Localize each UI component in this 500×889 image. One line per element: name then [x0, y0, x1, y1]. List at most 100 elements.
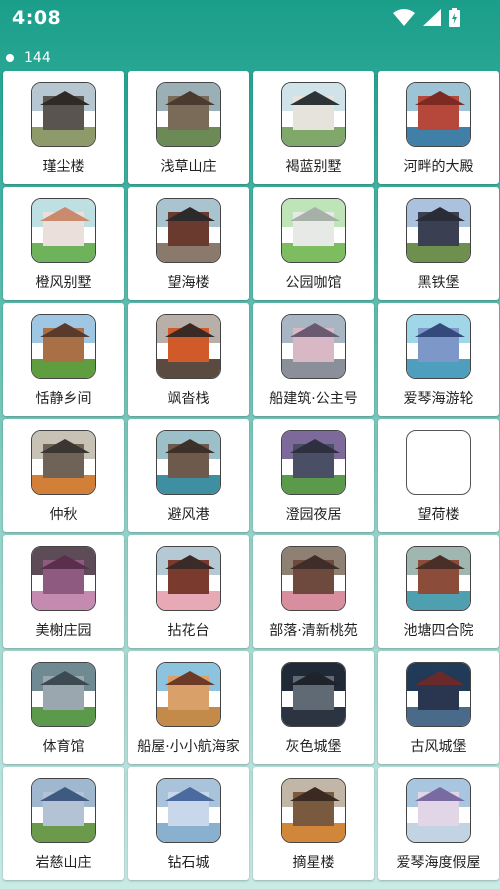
- thumbnail-roof: [39, 670, 90, 685]
- building-thumbnail: [281, 314, 346, 379]
- item-count-row: 144: [6, 50, 51, 66]
- thumbnail-roof: [414, 206, 465, 221]
- building-thumbnail: [406, 314, 471, 379]
- building-card[interactable]: 美榭庄园: [3, 535, 124, 648]
- building-name: 褐蓝别墅: [285, 159, 342, 175]
- building-name: 橙风别墅: [35, 275, 92, 291]
- battery-charging-icon: [449, 8, 460, 27]
- building-name: 拈花台: [167, 623, 210, 639]
- thumbnail-roof: [164, 206, 215, 221]
- thumbnail-roof: [39, 322, 90, 337]
- building-card[interactable]: 仲秋: [3, 419, 124, 532]
- building-grid: 瑾尘楼 浅草山庄 褐蓝别墅 河畔的大殿橙风别墅 望海楼 公园咖馆 黑铁堡恬静乡间 飒沓栈 船建筑…: [3, 71, 499, 880]
- thumbnail-roof: [289, 438, 340, 453]
- thumbnail-roof: [289, 554, 340, 569]
- building-thumbnail: [406, 778, 471, 843]
- thumbnail-roof: [39, 90, 90, 105]
- building-thumbnail: [406, 82, 471, 147]
- building-card[interactable]: 瑾尘楼: [3, 71, 124, 184]
- building-thumbnail: [156, 430, 221, 495]
- thumbnail-roof: [39, 786, 90, 801]
- building-card[interactable]: 摘星楼: [253, 767, 374, 880]
- building-card[interactable]: 望荷楼: [378, 419, 499, 532]
- thumbnail-roof: [164, 322, 215, 337]
- thumbnail-roof: [164, 786, 215, 801]
- building-name: 望海楼: [167, 275, 210, 291]
- building-thumbnail: [31, 430, 96, 495]
- building-thumbnail: [281, 546, 346, 611]
- signal-icon: [423, 9, 441, 26]
- building-name: 池塘四合院: [403, 623, 474, 639]
- building-name: 黑铁堡: [417, 275, 460, 291]
- building-card[interactable]: 公园咖馆: [253, 187, 374, 300]
- building-thumbnail: [406, 198, 471, 263]
- building-card[interactable]: 池塘四合院: [378, 535, 499, 648]
- building-card[interactable]: 澄园夜居: [253, 419, 374, 532]
- building-card[interactable]: 部落·清新桃苑: [253, 535, 374, 648]
- building-name: 公园咖馆: [285, 275, 342, 291]
- building-name: 钻石城: [167, 855, 210, 871]
- building-card[interactable]: 钻石城: [128, 767, 249, 880]
- building-name: 仲秋: [49, 507, 78, 523]
- building-thumbnail: [281, 198, 346, 263]
- building-thumbnail: [281, 662, 346, 727]
- building-card[interactable]: 拈花台: [128, 535, 249, 648]
- building-thumbnail: [156, 778, 221, 843]
- building-thumbnail: [156, 314, 221, 379]
- building-name: 部落·清新桃苑: [269, 623, 358, 639]
- wifi-icon: [393, 9, 415, 26]
- thumbnail-roof: [289, 90, 340, 105]
- building-card[interactable]: 望海楼: [128, 187, 249, 300]
- building-thumbnail: [31, 778, 96, 843]
- building-card[interactable]: 岩慈山庄: [3, 767, 124, 880]
- building-name: 爱琴海度假屋: [396, 855, 481, 871]
- building-card[interactable]: 恬静乡间: [3, 303, 124, 416]
- building-name: 船建筑·公主号: [269, 391, 358, 407]
- building-thumbnail: [156, 198, 221, 263]
- building-card[interactable]: 河畔的大殿: [378, 71, 499, 184]
- building-thumbnail: [406, 546, 471, 611]
- item-count: 144: [24, 50, 51, 66]
- building-card[interactable]: 褐蓝别墅: [253, 71, 374, 184]
- thumbnail-roof: [39, 554, 90, 569]
- thumbnail-roof: [414, 554, 465, 569]
- building-name: 摘星楼: [292, 855, 335, 871]
- thumbnail-roof: [289, 786, 340, 801]
- building-thumbnail: [31, 662, 96, 727]
- building-card[interactable]: 避风港: [128, 419, 249, 532]
- thumbnail-roof: [164, 90, 215, 105]
- status-bar: 4:08: [0, 0, 500, 36]
- building-name: 澄园夜居: [285, 507, 342, 523]
- building-card[interactable]: 灰色城堡: [253, 651, 374, 764]
- building-name: 体育馆: [42, 739, 85, 755]
- building-thumbnail: [31, 82, 96, 147]
- thumbnail-roof: [39, 206, 90, 221]
- thumbnail-placeholder: [406, 430, 471, 495]
- building-card[interactable]: 黑铁堡: [378, 187, 499, 300]
- building-card[interactable]: 飒沓栈: [128, 303, 249, 416]
- building-thumbnail: [281, 778, 346, 843]
- bullet-icon: [6, 54, 14, 62]
- thumbnail-roof: [164, 438, 215, 453]
- building-name: 船屋·小小航海家: [137, 739, 240, 755]
- building-card[interactable]: 爱琴海游轮: [378, 303, 499, 416]
- thumbnail-roof: [289, 670, 340, 685]
- building-card[interactable]: 橙风别墅: [3, 187, 124, 300]
- building-card[interactable]: 船屋·小小航海家: [128, 651, 249, 764]
- building-card[interactable]: 体育馆: [3, 651, 124, 764]
- building-card[interactable]: 浅草山庄: [128, 71, 249, 184]
- building-name: 飒沓栈: [167, 391, 210, 407]
- building-name: 美榭庄园: [35, 623, 92, 639]
- building-name: 古风城堡: [410, 739, 467, 755]
- building-thumbnail: [406, 662, 471, 727]
- building-card[interactable]: 古风城堡: [378, 651, 499, 764]
- building-thumbnail: [156, 82, 221, 147]
- building-card[interactable]: 爱琴海度假屋: [378, 767, 499, 880]
- building-card[interactable]: 船建筑·公主号: [253, 303, 374, 416]
- building-thumbnail: [31, 546, 96, 611]
- building-name: 恬静乡间: [35, 391, 92, 407]
- thumbnail-roof: [39, 438, 90, 453]
- building-name: 望荷楼: [417, 507, 460, 523]
- building-name: 灰色城堡: [285, 739, 342, 755]
- building-thumbnail: [31, 314, 96, 379]
